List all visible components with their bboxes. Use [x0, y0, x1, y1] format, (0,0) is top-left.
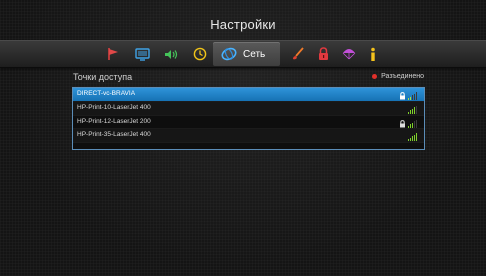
signal-strength-icon: [407, 119, 418, 128]
tab-flag[interactable]: [103, 44, 123, 64]
access-point-name: HP-Print-10-LaserJet 400: [77, 103, 151, 111]
access-point-name: DIRECT-vc-BRAVIA: [77, 90, 136, 97]
page-title: Настройки: [210, 17, 276, 32]
tab-sound[interactable]: [162, 44, 182, 64]
tab-network-label: Сеть: [243, 48, 266, 60]
tab-info[interactable]: [363, 44, 383, 64]
status-dot-icon: [372, 74, 378, 79]
parachute-icon: [342, 49, 356, 60]
tab-customize[interactable]: [288, 44, 308, 64]
settings-tab-bar: Сеть: [0, 40, 486, 68]
tab-display[interactable]: [132, 44, 152, 64]
access-point-list: DIRECT-vc-BRAVIA HP-Print-10-LaserJet 40…: [72, 87, 425, 150]
flag-icon: [108, 48, 118, 60]
access-point-row[interactable]: HP-Print-12-LaserJet 200: [73, 116, 424, 130]
lock-icon: [318, 47, 328, 60]
connection-status-text: Разъединено: [381, 73, 424, 80]
access-point-row[interactable]: HP-Print-10-LaserJet 400: [73, 101, 424, 116]
tab-support[interactable]: [339, 44, 359, 64]
lock-icon: [399, 92, 405, 100]
access-point-row[interactable]: HP-Print-35-LaserJet 400: [73, 129, 424, 144]
tab-time[interactable]: [190, 44, 210, 64]
lock-icon: [399, 119, 405, 128]
access-point-row[interactable]: DIRECT-vc-BRAVIA: [73, 88, 424, 102]
speaker-icon: [165, 49, 178, 59]
monitor-icon: [134, 47, 150, 61]
connection-status: Разъединено: [372, 73, 424, 80]
tab-parental-lock[interactable]: [313, 44, 333, 64]
info-icon: [371, 47, 375, 61]
brush-icon: [293, 47, 304, 60]
signal-strength-icon: [407, 92, 418, 100]
signal-strength-icon: [407, 105, 418, 114]
access-points-heading: Точки доступа: [73, 72, 133, 82]
network-icon: [221, 47, 237, 61]
access-point-name: HP-Print-35-LaserJet 400: [77, 131, 151, 139]
access-point-name: HP-Print-12-LaserJet 200: [77, 117, 151, 125]
tab-network[interactable]: Сеть: [213, 42, 280, 66]
signal-strength-icon: [407, 133, 418, 142]
clock-icon: [193, 47, 207, 61]
